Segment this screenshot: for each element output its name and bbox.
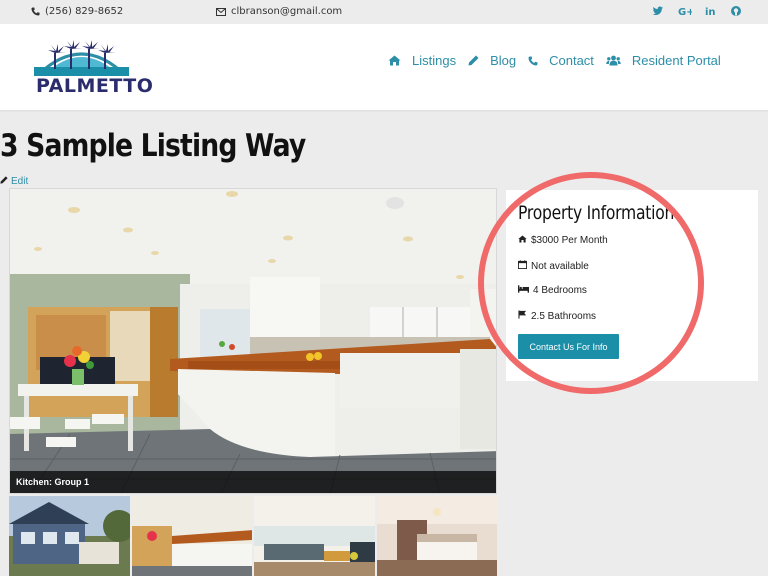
pencil-icon [468, 55, 479, 66]
price-value: $3000 Per Month [531, 235, 608, 246]
property-info-panel: Property Information $3000 Per Month Not… [506, 190, 758, 381]
palmetto-logo[interactable]: PALMETTO [34, 37, 153, 99]
calendar-icon [518, 260, 527, 272]
price-row: $3000 Per Month [518, 235, 608, 246]
edit-link[interactable]: Edit [0, 176, 28, 187]
thumbnail-bedroom[interactable] [376, 496, 497, 576]
logo-skyline-graphic [34, 40, 129, 77]
photo-caption: Kitchen: Group 1 [10, 471, 496, 493]
phone-number: (256) 829-8652 [45, 6, 124, 17]
photo-thumbnails [9, 496, 497, 576]
thumbnail-living-room[interactable] [254, 496, 375, 576]
logo-wordmark: PALMETTO [36, 75, 154, 97]
thumbnail-house-exterior[interactable] [9, 496, 130, 576]
phone-icon [528, 56, 538, 66]
flag-icon [518, 310, 527, 322]
svg-text:G+: G+ [678, 7, 692, 17]
availability-value: Not available [531, 260, 589, 272]
nav-item-contact[interactable]: Contact [528, 53, 594, 68]
nav-label-listings: Listings [412, 53, 457, 68]
nav-item-resident-portal[interactable]: Resident Portal [606, 53, 721, 68]
email-address: clbranson@gmail.com [231, 6, 343, 17]
nav-label-contact: Contact [549, 53, 594, 68]
phone-contact[interactable]: (256) 829-8652 [31, 6, 123, 17]
github-icon[interactable] [730, 5, 744, 19]
social-links: G+ in [652, 5, 744, 19]
bedrooms-row: 4 Bedrooms [518, 285, 587, 296]
thumbnail-kitchen[interactable] [131, 496, 252, 576]
bathrooms-row: 2.5 Bathrooms [518, 310, 596, 322]
top-bar: (256) 829-8652 clbranson@gmail.com G+ in [0, 0, 768, 24]
page-title: 3 Sample Listing Way [0, 128, 306, 164]
google-plus-icon[interactable]: G+ [678, 5, 692, 19]
phone-icon [31, 7, 40, 16]
availability-row: Not available [518, 260, 589, 272]
main-nav: Listings Blog Contact Resident Portal [388, 53, 721, 68]
nav-item-listings[interactable]: Listings [388, 53, 456, 68]
main-listing-photo[interactable]: Kitchen: Group 1 [9, 188, 497, 494]
nav-item-blog[interactable]: Blog [468, 53, 516, 68]
contact-us-button[interactable]: Contact Us For Info [518, 334, 619, 359]
site-header: PALMETTO Listings Blog Contact Resident … [0, 24, 768, 110]
svg-text:in: in [705, 7, 716, 17]
bedrooms-value: 4 Bedrooms [533, 285, 587, 296]
linkedin-icon[interactable]: in [704, 5, 718, 19]
home-icon [388, 55, 401, 66]
home-icon [518, 235, 527, 246]
bathrooms-value: 2.5 Bathrooms [531, 310, 597, 322]
twitter-icon[interactable] [652, 5, 666, 19]
edit-label: Edit [11, 176, 29, 187]
nav-label-resident-portal: Resident Portal [631, 53, 721, 68]
envelope-icon [216, 7, 226, 16]
property-info-heading: Property Information [518, 202, 675, 224]
email-contact[interactable]: clbranson@gmail.com [216, 6, 342, 17]
bed-icon [518, 285, 529, 296]
nav-label-blog: Blog [490, 53, 517, 68]
users-icon [606, 55, 621, 66]
pencil-icon [0, 176, 8, 187]
kitchen-photo [10, 189, 496, 493]
